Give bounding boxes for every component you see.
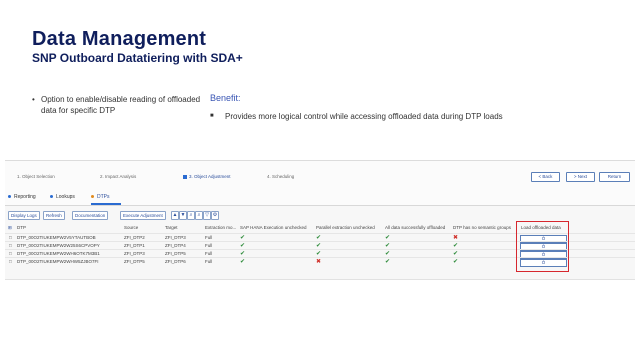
tab-label: Reporting [14,194,36,200]
sort-asc-icon[interactable]: ▲ [171,211,179,220]
checkmark-icon: ✔ [240,259,246,265]
find-icon[interactable]: ⌕ [187,211,195,220]
tab-label: DTPs [97,194,110,200]
dot-icon [91,195,94,199]
bullet-icon: ■ [210,113,214,119]
filter-icon[interactable]: ▽ [203,211,211,220]
bullet-icon: • [32,95,35,104]
step-object-adjustment[interactable]: 3. Object Adjustment [183,174,231,179]
benefit-label: Benefit: [210,93,241,103]
select-all-icon[interactable]: ⊞ [8,223,16,233]
tab-bar: Reporting Lookups DTPs [5,191,635,206]
step-scheduling[interactable]: 4. Scheduling [267,174,294,179]
page-title: Data Management [32,28,207,50]
extraction-mode: Full [205,259,213,264]
page-subtitle: SNP Outboard Datatiering with SDA+ [32,51,243,65]
tab-label: Lookups [56,194,75,200]
tab-dtps[interactable]: DTPs [91,194,110,200]
feature-bullet: • Option to enable/disable reading of of… [32,94,202,116]
settings-icon[interactable]: ⚙ [211,211,219,220]
feature-bullet-text: Option to enable/disable reading of offl… [41,95,201,115]
dot-icon [8,195,11,199]
column-header[interactable]: Target [165,223,203,233]
column-header[interactable]: Parallel extraction unchecked [316,223,384,233]
column-header[interactable]: Source [124,223,162,233]
tab-reporting[interactable]: Reporting [8,194,36,200]
checkmark-icon: ✔ [453,259,459,265]
tab-lookups[interactable]: Lookups [50,194,75,200]
column-header[interactable]: All data successfully offloaded [385,223,454,233]
highlight-box [516,221,569,272]
checkmark-icon: ✔ [385,259,391,265]
dtp-name: DTP_00O2TIUKEMPW2WHW5ZJBO7FI [17,259,99,264]
find-next-icon[interactable]: ⌕ [195,211,203,220]
source-name: ZFI_DTP5 [124,259,145,264]
dot-icon [50,195,53,199]
table-toolbar: Display Logs Refresh Documentation Execu… [5,209,635,221]
sort-desc-icon[interactable]: ▼ [179,211,187,220]
row-select-icon[interactable]: □ [9,258,12,266]
step-object-selection[interactable]: 1. Object Selection [17,174,55,179]
back-button[interactable]: < Back [531,172,560,182]
column-header[interactable]: Extraction mo... [205,223,238,233]
benefit-bullet: ■ Provides more logical control while ac… [210,111,520,122]
return-button[interactable]: Return [599,172,630,182]
documentation-button[interactable]: Documentation [72,211,109,220]
column-header[interactable]: SAP HANA Execution unchecked [240,223,316,233]
execute-adjustment-button[interactable]: Execute Adjustment [120,211,166,220]
target-name: ZFI_DTP6 [165,259,186,264]
next-button[interactable]: > Next [566,172,595,182]
display-logs-button[interactable]: Display Logs [8,211,40,220]
cross-icon: ✖ [316,259,322,265]
refresh-button[interactable]: Refresh [43,211,65,220]
wizard-steps: 1. Object Selection 2. Impact Analysis 3… [5,161,635,192]
column-header[interactable]: DTP has no semantic groups [453,223,519,233]
step-impact-analysis[interactable]: 2. Impact Analysis [100,174,136,179]
benefit-bullet-text: Provides more logical control while acce… [225,112,503,121]
tab-selected-indicator [91,203,121,205]
column-header[interactable]: DTP [17,223,117,233]
